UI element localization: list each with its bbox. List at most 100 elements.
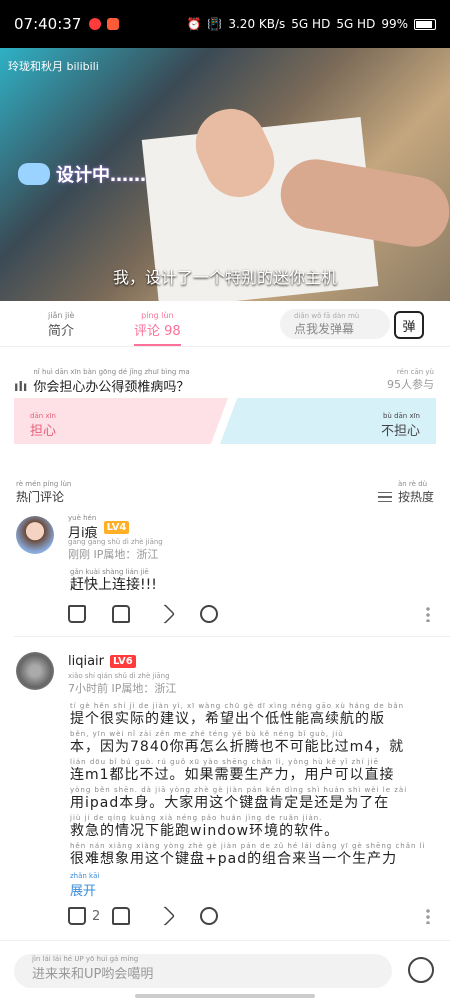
video-player[interactable]: 玲珑和秋月 bilibili 设计中…… 我，设计了一个特别的迷你主机	[0, 48, 450, 301]
alarm-icon: ⏰	[186, 17, 202, 31]
home-indicator[interactable]	[135, 994, 315, 998]
poll-option-not-worried[interactable]: bù dān xīn 不担心	[220, 398, 436, 444]
comment-1-username-pinyin: yuè hén	[68, 514, 97, 522]
comment-divider	[14, 636, 450, 637]
recording-indicator-icon	[89, 18, 102, 30]
hot-comments-pinyin: rè mén píng lùn	[16, 480, 72, 488]
hot-comments-label: 热门评论	[16, 490, 65, 504]
sort-pinyin: àn rè dù	[397, 480, 428, 488]
avatar[interactable]	[16, 652, 54, 690]
hot-comments-title: rè mén píng lùn 热门评论	[16, 480, 71, 505]
danmaku-placeholder: 点我发弹幕	[294, 321, 355, 336]
share-button[interactable]	[154, 602, 200, 626]
comment-2-line-5-pinyin: jiù jí de qíng kuàng xià néng pǎo huán j…	[70, 814, 323, 822]
danmaku-toggle-button[interactable]: 弹	[394, 311, 424, 339]
comment-2-line-1: tí gè hěn shí jì de jiàn yì, xī wàng chū…	[70, 702, 404, 728]
thumbs-down-icon	[112, 907, 130, 925]
comment-input[interactable]: jìn lái lái hé UP yō huì gá míng 进来来和UP哟…	[14, 954, 392, 988]
comment-1-username[interactable]: yuè hén 月i痕 LV4	[68, 514, 130, 541]
poll-participants-text: 95人参与	[387, 378, 434, 391]
poll-question-text: 你会担心办公得颈椎病吗？	[33, 380, 190, 395]
comment-1-location: IP属地：浙江	[93, 548, 159, 561]
comment-2-line-1-pinyin: tí gè hěn shí jì de jiàn yì, xī wàng chū…	[70, 702, 405, 710]
expand-link[interactable]: zhǎn kāi 展开	[70, 872, 99, 899]
share-icon	[154, 603, 176, 625]
sort-label: 按热度	[397, 490, 434, 504]
signal-2: 5G HD	[336, 17, 376, 31]
poll-option-worried[interactable]: dān xīn 担心	[14, 398, 228, 444]
comment-2-line-4: yòng běn shēn. dà jiā yòng zhè gè jiàn p…	[70, 786, 407, 812]
comment-2-actions: 2	[68, 904, 244, 928]
more-options-icon[interactable]	[426, 606, 430, 622]
comment-2-line-3-text: 连m1都比不过。如果需要生产力，用户可以直接	[70, 767, 395, 783]
reply-button[interactable]	[200, 602, 244, 626]
comment-1-meta: gāng gāng shǔ dì zhè jiāng 刚刚 IP属地：浙江	[68, 538, 163, 562]
comment-2-location: IP属地：浙江	[111, 682, 177, 695]
avatar[interactable]	[16, 516, 54, 554]
comment-2-line-6: hěn nán xiǎng xiàng yòng zhè gè jiàn pán…	[70, 842, 426, 868]
comment-2-meta: xiǎo shí qián shǔ dì zhè jiāng 7小时前 IP属地…	[68, 672, 176, 696]
like-button[interactable]	[68, 602, 112, 626]
expand-pinyin: zhǎn kāi	[70, 872, 100, 880]
poll-participants-pinyin: rén cān yù	[396, 368, 434, 376]
danmaku-input[interactable]: diǎn wǒ fā dàn mù 点我发弹幕	[280, 309, 390, 339]
poll-chart-icon: ılı	[14, 380, 28, 395]
poll-option-worried-pinyin: dān xīn	[30, 412, 56, 420]
reply-icon	[200, 907, 218, 925]
battery-text: 99%	[381, 17, 408, 31]
comment-2-username-text: liqiair	[68, 654, 105, 669]
video-watermark: 玲珑和秋月 bilibili	[8, 60, 99, 73]
comment-2-line-2: běn, yīn wèi nǐ zài zěn me zhé téng yě b…	[70, 730, 404, 756]
comment-1-text: gǎn kuài shàng lián jiē 赶快上连接!!!	[70, 568, 157, 594]
like-button[interactable]: 2	[68, 904, 112, 928]
overlay-label: 设计中……	[56, 165, 146, 186]
comment-2-line-6-text: 很难想象用这个键盘+pad的组合来当一个生产力	[70, 851, 398, 867]
comment-1-meta-pinyin: gāng gāng shǔ dì zhè jiāng	[68, 538, 163, 546]
tab-comments-label: 评论 98	[134, 324, 181, 339]
tab-intro[interactable]: jiǎn jiè 简介	[48, 311, 74, 339]
more-options-icon[interactable]	[426, 908, 430, 924]
level-badge: LV6	[110, 655, 136, 668]
level-badge: LV4	[103, 521, 130, 534]
reply-icon	[200, 605, 218, 623]
battery-icon	[414, 18, 436, 30]
comment-2-line-3: lián dōu bǐ bú guò. rú guǒ xū yào shēng …	[70, 758, 395, 784]
danmaku-pinyin: diǎn wǒ fā dàn mù	[294, 311, 360, 320]
comment-2-line-2-pinyin: běn, yīn wèi nǐ zài zěn me zhé téng yě b…	[70, 730, 344, 738]
poll-question-pinyin: nǐ huì dān xīn bàn gōng dé jǐng zhuī bìn…	[33, 368, 190, 376]
comment-2-username[interactable]: liqiair LV6	[68, 654, 136, 669]
poll-option-worried-label: 担心	[30, 424, 57, 439]
comment-2-time: 7小时前	[68, 682, 108, 695]
comment-2-line-6-pinyin: hěn nán xiǎng xiàng yòng zhè gè jiàn pán…	[70, 842, 426, 850]
tab-active-underline	[134, 344, 181, 346]
status-right: ⏰ 📳 3.20 KB/s 5G HD 5G HD 99%	[186, 17, 436, 31]
poll-option-not-worried-label: 不担心	[380, 424, 420, 439]
poll-question: ılı nǐ huì dān xīn bàn gōng dé jǐng zhuī…	[14, 368, 190, 395]
comment-2-line-3-pinyin: lián dōu bǐ bú guò. rú guǒ xū yào shēng …	[70, 758, 379, 766]
video-overlay-text: 设计中……	[18, 161, 146, 187]
reply-button[interactable]	[200, 904, 244, 928]
comment-2-line-4-text: 用ipad本身。大家用这个键盘肯定是还是为了在	[70, 795, 390, 811]
emoji-icon[interactable]	[408, 957, 434, 983]
net-speed: 3.20 KB/s	[228, 17, 286, 31]
tab-comments-pinyin: píng lùn	[141, 311, 174, 320]
dislike-button[interactable]	[112, 904, 156, 928]
thumbs-down-icon	[112, 605, 130, 623]
thumbs-up-icon	[68, 605, 86, 623]
cat-sticker-icon	[18, 163, 50, 185]
share-icon	[154, 905, 176, 927]
sort-button[interactable]: àn rè dù 按热度	[377, 480, 434, 505]
dislike-button[interactable]	[112, 602, 156, 626]
comment-input-bar: jìn lái lái hé UP yō huì gá míng 进来来和UP哟…	[0, 940, 450, 1000]
status-time: 07:40:37	[14, 15, 82, 33]
comment-2-line-5: jiù jí de qíng kuàng xià néng pǎo huán j…	[70, 814, 339, 840]
app-indicator-icon	[107, 18, 120, 30]
comment-2-line-1-text: 提个很实际的建议，希望出个低性能高续航的版	[70, 711, 385, 727]
video-subtitle: 我，设计了一个特别的迷你主机	[112, 268, 337, 287]
tab-comments[interactable]: píng lùn 评论 98	[134, 311, 181, 346]
poll-participants: rén cān yù 95人参与	[387, 368, 434, 392]
comment-2-line-5-text: 救急的情况下能跑window环境的软件。	[70, 823, 340, 839]
share-button[interactable]	[154, 904, 200, 928]
signal-1: 5G HD	[291, 17, 331, 31]
comment-1-time: 刚刚	[68, 548, 90, 561]
